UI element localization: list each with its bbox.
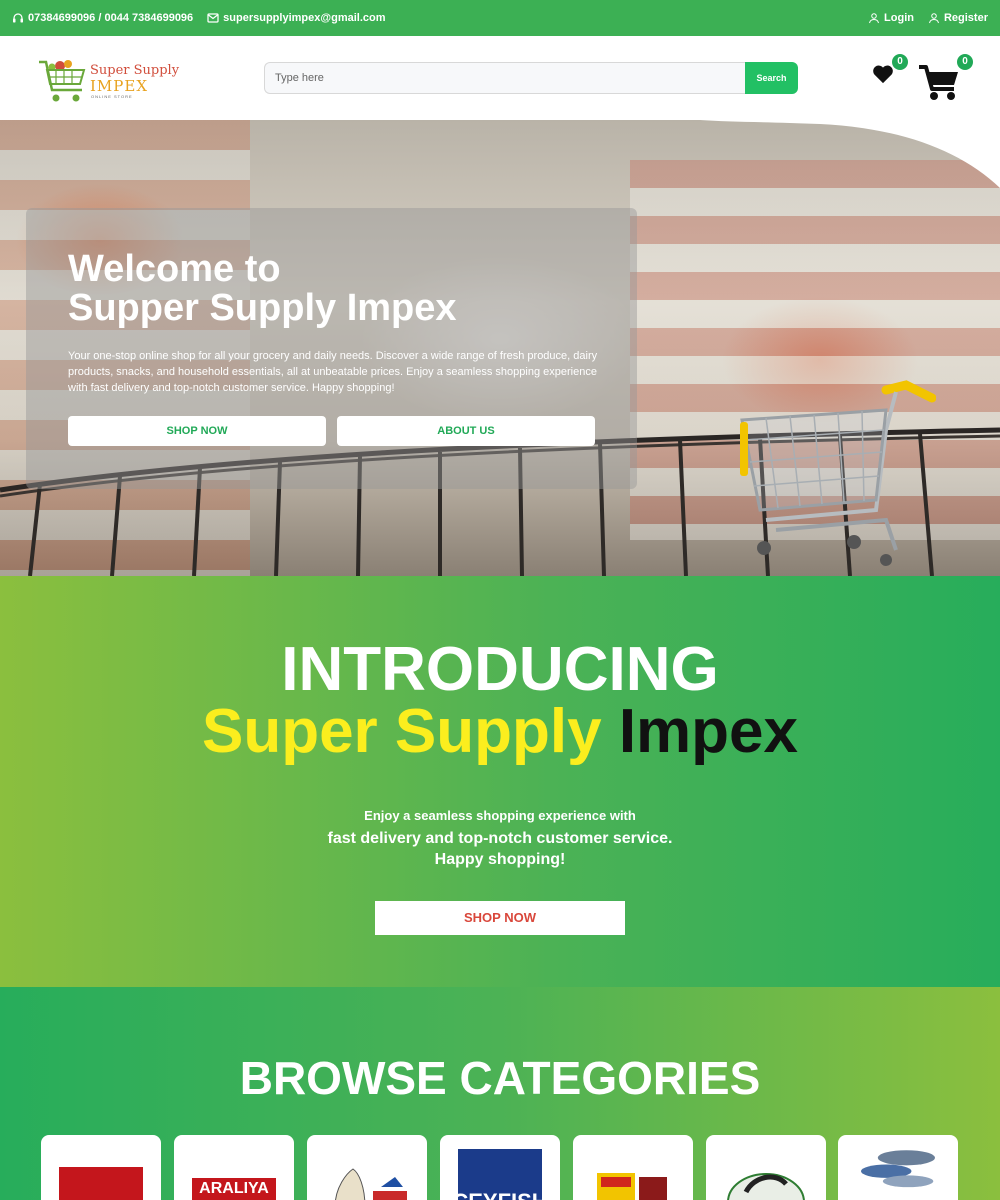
hero-banner: Welcome to Supper Supply Impex Your one-… (0, 120, 1000, 576)
category-logo (59, 1167, 143, 1200)
user-icon (928, 13, 939, 24)
search-button[interactable]: Search (745, 62, 798, 94)
phone-contact[interactable]: 07384699096 / 0044 7384699096 (12, 12, 193, 24)
email-address: supersupplyimpex@gmail.com (223, 12, 386, 24)
shopping-cart-logo-icon (39, 60, 86, 102)
email-contact[interactable]: supersupplyimpex@gmail.com (207, 12, 386, 24)
site-header: Super Supply IMPEX ONLINE STORE Search 0… (0, 36, 1000, 120)
intro-text-line: fast delivery and top-notch customer ser… (327, 830, 673, 847)
shopping-cart-icon (919, 65, 958, 100)
phone-number: 07384699096 / 0044 7384699096 (28, 12, 194, 24)
envelope-icon (207, 13, 219, 23)
intro-section: INTRODUCING Super Supply Impex Enjoy a s… (0, 576, 1000, 987)
shopping-cart-illustration (740, 380, 936, 566)
user-icon (869, 13, 880, 24)
headphones-icon (13, 13, 23, 23)
hero-about-us-button[interactable]: ABOUT US (337, 416, 595, 446)
category-label: ARALIYA (199, 1180, 269, 1197)
logo-text-impex: IMPEX (90, 77, 149, 95)
intro-brand-heading: Super Supply Impex (0, 700, 1000, 764)
intro-shop-now-button[interactable]: SHOP NOW (375, 901, 625, 935)
logo-text-main: Super Supply (90, 63, 180, 78)
category-card[interactable]: ARALIYA (174, 1135, 294, 1200)
hero-description: Your one-stop online shop for all your g… (68, 350, 598, 394)
category-logo (856, 1147, 940, 1188)
hero-title: Welcome to Supper Supply Impex (68, 248, 457, 329)
category-brand-mark (861, 1150, 935, 1188)
intro-text-line: Happy shopping! (434, 851, 566, 868)
category-card[interactable] (41, 1135, 161, 1200)
login-link[interactable]: Login (868, 12, 914, 24)
cart-count-badge: 0 (957, 54, 973, 70)
intro-text-line: Enjoy a seamless shopping experience wit… (364, 808, 636, 823)
site-logo[interactable]: Super Supply IMPEX ONLINE STORE (38, 56, 180, 106)
hero-shop-now-button[interactable]: SHOP NOW (68, 416, 326, 446)
logo-text-tagline: ONLINE STORE (91, 94, 133, 99)
category-label: CEYFISH (452, 1189, 547, 1200)
categories-title: BROWSE CATEGORIES (239, 1052, 761, 1104)
category-card[interactable] (838, 1135, 958, 1200)
category-logo (325, 1167, 409, 1200)
intro-brand-dark: Impex (618, 697, 799, 766)
wishlist-button[interactable]: 0 (872, 54, 908, 88)
heart-icon (873, 65, 893, 84)
category-brand-mark (727, 1173, 805, 1200)
category-logo (591, 1167, 675, 1200)
intro-brand-yellow: Super Supply (201, 697, 602, 766)
cart-button[interactable]: 0 (918, 54, 973, 102)
register-link[interactable]: Register (928, 12, 988, 24)
hero-wave-decoration (700, 120, 1000, 188)
category-card[interactable] (573, 1135, 693, 1200)
category-card[interactable]: CEYFISH (440, 1135, 560, 1200)
login-label: Login (884, 12, 914, 24)
search-input[interactable] (264, 62, 745, 94)
intro-heading: INTRODUCING (281, 635, 719, 704)
category-brand-mark (597, 1173, 667, 1200)
search-bar: Search (264, 62, 798, 94)
category-brand-mark (335, 1168, 407, 1200)
wishlist-count-badge: 0 (892, 54, 908, 70)
top-bar: 07384699096 / 0044 7384699096 supersuppl… (0, 0, 1000, 36)
category-logo: CEYFISH (452, 1149, 548, 1200)
category-card[interactable] (307, 1135, 427, 1200)
category-card[interactable] (706, 1135, 826, 1200)
category-logo (724, 1167, 808, 1200)
categories-section: BROWSE CATEGORIES ARALIYA CEYFISH (0, 987, 1000, 1200)
register-label: Register (943, 12, 988, 24)
category-logo: ARALIYA (192, 1178, 276, 1200)
